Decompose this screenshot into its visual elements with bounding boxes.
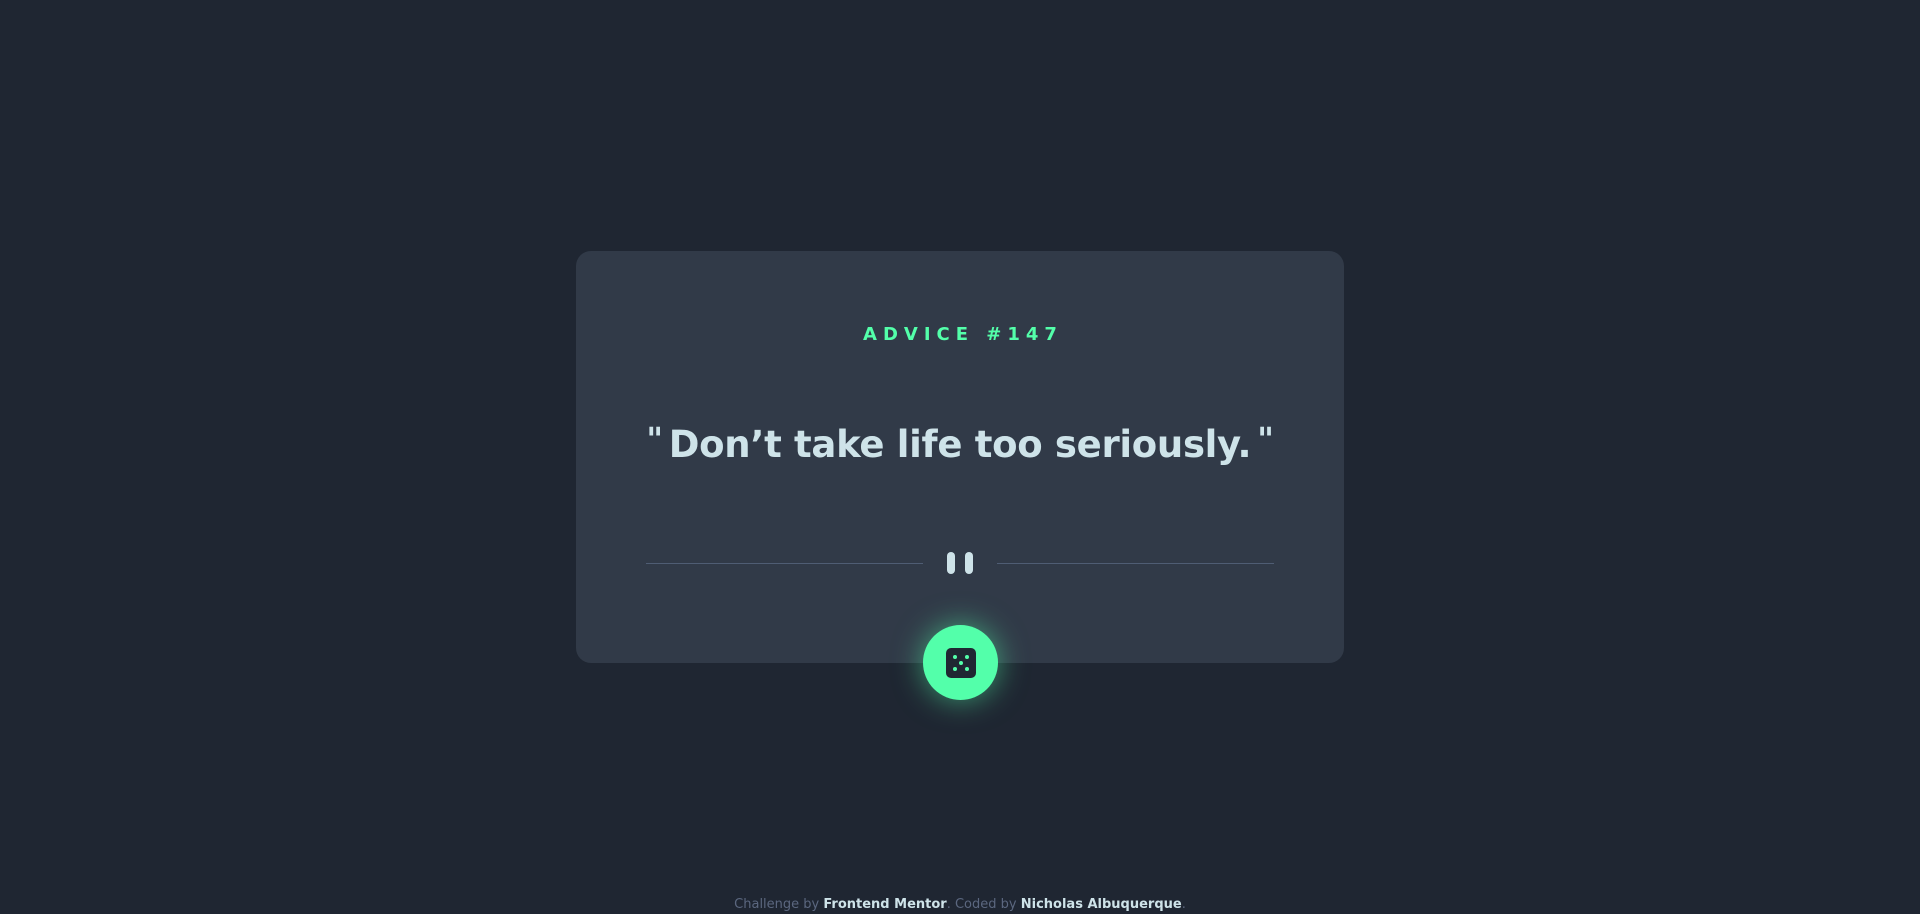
- advice-quote: " Don’t take life too seriously. ": [576, 421, 1344, 469]
- advice-text: Don’t take life too seriously.: [668, 423, 1252, 466]
- advice-card: ADVICE #147 " Don’t take life too seriou…: [576, 251, 1344, 663]
- opening-quote-mark: ": [646, 420, 663, 458]
- frontend-mentor-link[interactable]: Frontend Mentor: [823, 897, 946, 912]
- divider-line-left: [646, 562, 923, 564]
- divider: [646, 548, 1274, 578]
- pause-icon-bar: [947, 552, 955, 574]
- attribution: Challenge by Frontend Mentor. Coded by N…: [0, 896, 1920, 914]
- dice-icon: [945, 647, 976, 678]
- attribution-suffix: .: [1181, 897, 1186, 912]
- advice-id: ADVICE #147: [863, 324, 1063, 345]
- dice-pip: [952, 654, 957, 659]
- divider-line-right: [997, 562, 1274, 564]
- challenge-prefix: Challenge by: [734, 897, 824, 912]
- dice-pip: [964, 666, 969, 671]
- dice-pip: [952, 666, 957, 671]
- closing-quote-mark: ": [1257, 420, 1274, 458]
- dice-pip: [958, 660, 963, 665]
- pause-icon: [923, 551, 997, 575]
- pause-icon-bar: [965, 552, 973, 574]
- author-link[interactable]: Nicholas Albuquerque: [1021, 897, 1182, 912]
- dice-pip: [964, 654, 969, 659]
- coded-by-prefix: . Coded by: [946, 897, 1021, 912]
- generate-advice-button[interactable]: [923, 625, 998, 700]
